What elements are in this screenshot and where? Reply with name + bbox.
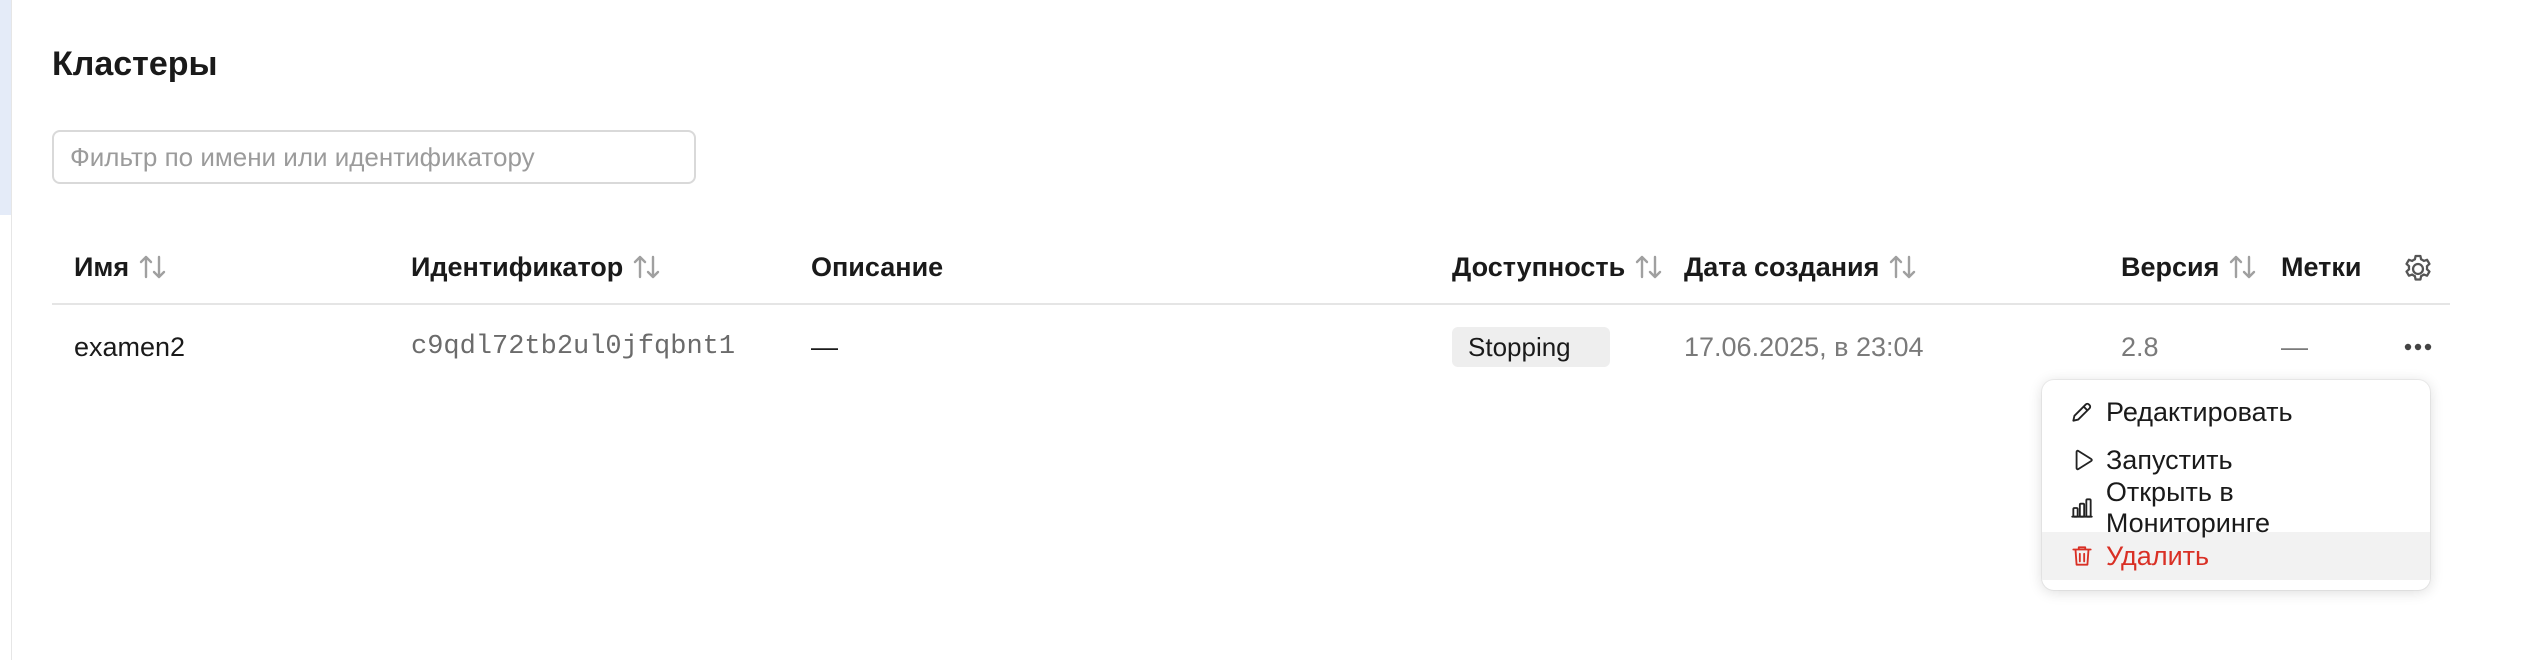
column-header-name[interactable]: Имя bbox=[74, 235, 169, 299]
status-badge: Stopping bbox=[1452, 327, 1610, 367]
cluster-description: — bbox=[811, 331, 838, 362]
sort-icon[interactable] bbox=[137, 253, 169, 281]
cluster-version: 2.8 bbox=[2121, 331, 2159, 362]
column-header-labels: Метки bbox=[2281, 251, 2362, 282]
cluster-id: c9qdl72tb2ul0jfqbnt1 bbox=[411, 332, 736, 362]
page-title: Кластеры bbox=[52, 45, 218, 83]
sort-icon[interactable] bbox=[1887, 253, 1919, 281]
bar-chart-icon bbox=[2068, 494, 2096, 522]
more-horizontal-icon bbox=[2404, 343, 2432, 351]
cluster-created: 17.06.2025, в 23:04 bbox=[1684, 331, 1924, 362]
column-header-availability[interactable]: Доступность bbox=[1452, 235, 1665, 299]
column-header-created[interactable]: Дата создания bbox=[1684, 235, 1919, 299]
gear-icon bbox=[2405, 254, 2431, 281]
nav-edge bbox=[11, 0, 12, 660]
row-actions-button[interactable] bbox=[2396, 325, 2440, 369]
cluster-availability: Stopping bbox=[1452, 315, 1610, 379]
filter-input[interactable] bbox=[54, 132, 694, 182]
play-icon bbox=[2068, 446, 2096, 474]
column-header-id[interactable]: Идентификатор bbox=[411, 235, 663, 299]
left-navigation-strip bbox=[0, 0, 12, 660]
menu-item-edit[interactable]: Редактировать bbox=[2042, 388, 2430, 436]
menu-item-delete[interactable]: Удалить bbox=[2042, 532, 2430, 580]
filter-field[interactable] bbox=[52, 130, 696, 184]
trash-icon bbox=[2068, 542, 2096, 570]
sort-icon[interactable] bbox=[2227, 253, 2259, 281]
sort-icon[interactable] bbox=[1633, 253, 1665, 281]
cluster-labels: — bbox=[2281, 331, 2308, 362]
cluster-name[interactable]: examen2 bbox=[74, 315, 185, 379]
column-header-version[interactable]: Версия bbox=[2121, 235, 2259, 299]
sort-icon[interactable] bbox=[631, 253, 663, 281]
column-header-description: Описание bbox=[811, 251, 944, 282]
pencil-icon bbox=[2068, 398, 2096, 426]
table-settings-button[interactable] bbox=[2396, 247, 2440, 291]
header-divider bbox=[52, 303, 2450, 305]
menu-item-open-monitoring[interactable]: Открыть в Мониторинге bbox=[2042, 477, 2430, 538]
row-actions-menu: Редактировать Запустить Открыть в Монито… bbox=[2042, 380, 2430, 590]
